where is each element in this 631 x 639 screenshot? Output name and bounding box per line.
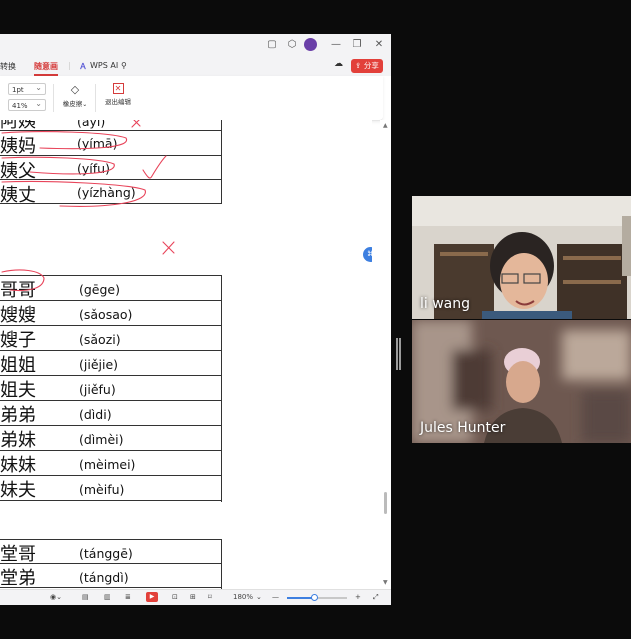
document-page: 阿姨 (āyí) 姨妈 (yímā) 姨父 (yífu) 姨丈 (yízhàng…	[0, 120, 372, 589]
menu-divider: |	[68, 61, 71, 70]
menu-item-convert[interactable]: 转换	[0, 61, 16, 72]
search-icon[interactable]: ⚲	[121, 61, 127, 70]
wps-ai-button[interactable]: WPS AI	[90, 61, 118, 70]
cube-icon[interactable]: ⬡	[286, 39, 298, 51]
exit-edit-label: 退出编辑	[105, 98, 131, 106]
eye-icon[interactable]: ◉⌄	[50, 593, 62, 601]
zoom-out-icon[interactable]: —	[272, 593, 279, 601]
fit-page-icon[interactable]: ⊞	[190, 593, 196, 601]
cloud-icon[interactable]: ☁	[334, 59, 343, 69]
status-bar: ◉⌄ ▤ ▥ ≣ ▶ ⊡ ⊞ ⌑ 180% ⌄ — + ⤢	[0, 589, 391, 605]
eraser-icon: ◇	[70, 83, 80, 96]
title-bar: ▢ ⬡ — ❐ ✕	[0, 34, 391, 56]
minimize-icon[interactable]: —	[330, 39, 342, 51]
fit-width-icon[interactable]: ⊡	[172, 593, 178, 601]
zoom-dropdown-icon[interactable]: ⌄	[256, 593, 262, 601]
assistant-fab[interactable]: ⌘	[363, 247, 372, 262]
scroll-up-icon[interactable]: ▲	[383, 122, 388, 129]
eraser-label: 橡皮擦	[62, 100, 83, 108]
vertical-scrollbar[interactable]: ▲ ▼	[380, 120, 391, 589]
zoom-select[interactable]: 41%	[8, 98, 46, 111]
scroll-down-icon[interactable]: ▼	[383, 579, 388, 586]
menu-item-freehand[interactable]: 随意画	[34, 61, 58, 76]
video-tile-li-wang[interactable]: li wang	[412, 196, 631, 319]
zoom-in-icon[interactable]: +	[355, 593, 361, 601]
participant-name: li wang	[420, 296, 471, 312]
line-width-select[interactable]: 1pt	[8, 82, 46, 95]
close-icon[interactable]: ✕	[373, 39, 385, 51]
share-icon: ⇪	[355, 61, 362, 70]
menu-bar: 转换 随意画 | Ａ WPS AI ⚲ ☁	[0, 56, 391, 76]
exit-edit-button[interactable]: ✕ 退出编辑	[102, 83, 134, 106]
scrollbar-thumb[interactable]	[384, 492, 387, 514]
pen-toolbar: 1pt 41% ◇ 橡皮擦⌄ ✕ 退出编辑	[0, 76, 383, 121]
bookmark-icon[interactable]: ⌑	[208, 593, 212, 601]
exit-edit-icon: ✕	[112, 83, 124, 94]
eraser-button[interactable]: ◇ 橡皮擦⌄	[60, 83, 90, 108]
ink-annotations	[1, 120, 175, 292]
panel-resize-handle[interactable]	[396, 338, 401, 370]
video-tile-jules-hunter[interactable]: Jules Hunter	[412, 320, 631, 443]
zoom-level[interactable]: 180%	[233, 593, 253, 601]
share-label: 分享	[363, 61, 379, 70]
outline-view-icon[interactable]: ≣	[125, 593, 131, 601]
avatar[interactable]	[304, 38, 317, 51]
read-view-icon[interactable]: ▥	[104, 593, 111, 601]
window-mode-icon[interactable]: ▢	[266, 39, 278, 51]
document-window: ▢ ⬡ — ❐ ✕ 转换 随意画 | Ａ WPS AI ⚲ ☁ ⇪ 分享 1pt…	[0, 34, 391, 605]
restore-icon[interactable]: ❐	[351, 39, 363, 51]
fullscreen-icon[interactable]: ⤢	[373, 593, 379, 602]
page-view-icon[interactable]: ▤	[82, 593, 89, 601]
participant-name: Jules Hunter	[420, 420, 506, 436]
zoom-slider[interactable]	[287, 594, 347, 601]
play-icon[interactable]: ▶	[146, 592, 158, 602]
toolbar-divider	[53, 84, 54, 112]
share-button[interactable]: ⇪ 分享	[351, 59, 383, 73]
toolbar-divider	[95, 84, 96, 112]
wps-ai-icon: Ａ	[79, 62, 87, 71]
